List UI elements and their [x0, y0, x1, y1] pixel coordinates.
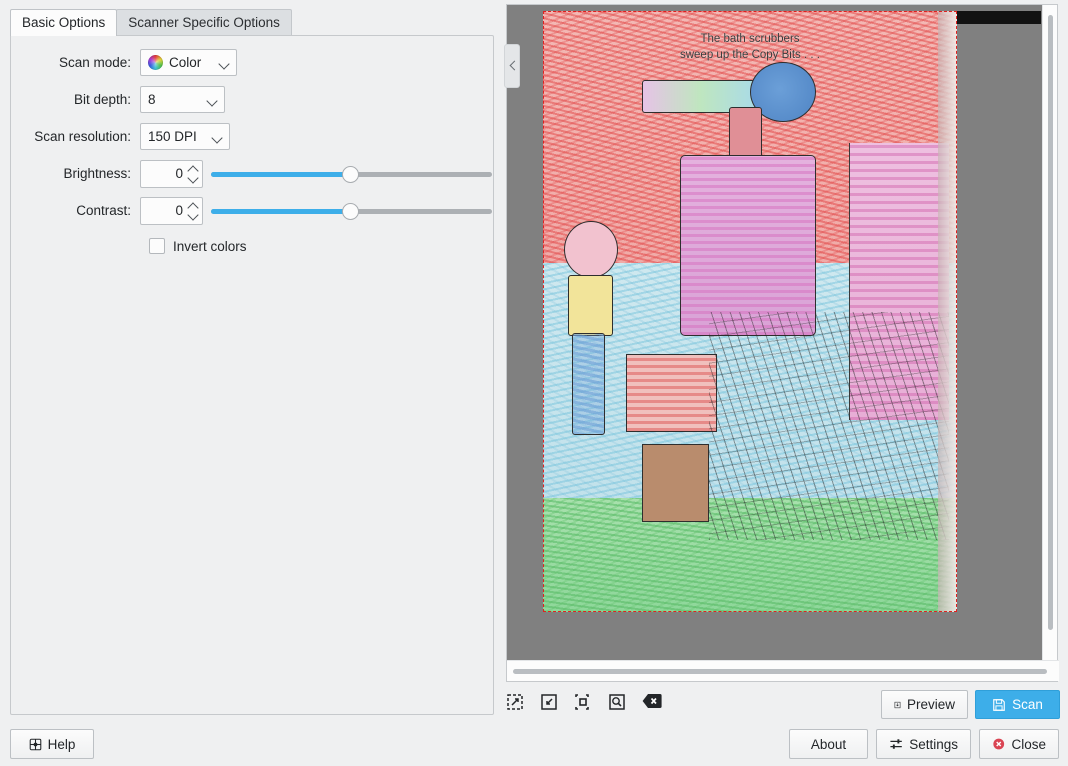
document-import-icon [894, 698, 901, 712]
scan-resolution-label: Scan resolution: [11, 129, 140, 144]
basic-options-form: Scan mode: Color Bit depth: 8 [11, 36, 495, 260]
options-panel: Basic Options Scanner Specific Options S… [0, 0, 502, 718]
preview-frame: The bath scrubbers sweep up the Copy Bit… [506, 4, 1058, 682]
crop-selection-icon[interactable] [574, 693, 592, 711]
slider-fill [211, 172, 351, 177]
art-bin [642, 444, 708, 522]
contrast-spinbox[interactable]: 0 [140, 197, 203, 225]
slider-handle[interactable] [342, 203, 359, 220]
contrast-slider[interactable] [211, 197, 492, 225]
row-scan-resolution: Scan resolution: 150 DPI [11, 121, 495, 152]
scan-mode-value: Color [169, 55, 217, 70]
bit-depth-label: Bit depth: [11, 92, 140, 107]
chevron-down-icon [205, 93, 219, 107]
row-invert-colors: Invert colors [11, 232, 495, 260]
chevron-down-icon [217, 56, 231, 70]
close-button[interactable]: Close [979, 729, 1059, 759]
close-circle-icon [992, 737, 1005, 751]
brightness-label: Brightness: [11, 166, 140, 181]
settings-button-label: Settings [909, 737, 958, 752]
scan-resolution-value: 150 DPI [148, 129, 210, 144]
scrollbar-thumb[interactable] [1048, 15, 1053, 630]
brightness-spinbox[interactable]: 0 [140, 160, 203, 188]
scan-button[interactable]: Scan [975, 690, 1060, 719]
preview-button-label: Preview [907, 697, 955, 712]
help-button-label: Help [48, 737, 76, 752]
spinner-arrows-icon[interactable] [188, 201, 199, 221]
sliders-icon [889, 737, 903, 751]
preview-vertical-scrollbar[interactable] [1042, 5, 1057, 660]
art-boy-body [568, 275, 614, 335]
scan-caption: The bath scrubbers sweep up the Copy Bit… [593, 32, 908, 63]
contrast-label: Contrast: [11, 203, 140, 218]
slider-handle[interactable] [342, 166, 359, 183]
zoom-to-selection-icon[interactable] [540, 693, 558, 711]
tab-basic-options[interactable]: Basic Options [10, 9, 117, 36]
brightness-value: 0 [141, 166, 188, 181]
art-page-spine [938, 11, 957, 612]
art-crate [626, 354, 717, 432]
art-boy-head [564, 221, 618, 278]
tab-content-frame: Scan mode: Color Bit depth: 8 [10, 35, 494, 715]
preview-panel: The bath scrubbers sweep up the Copy Bit… [502, 0, 1068, 686]
panel-collapse-handle[interactable] [504, 44, 520, 88]
preview-horizontal-scrollbar[interactable] [507, 660, 1059, 681]
select-all-icon[interactable] [506, 693, 524, 711]
spinner-arrows-icon[interactable] [188, 164, 199, 184]
bit-depth-value: 8 [148, 92, 205, 107]
scan-caption-line-1: The bath scrubbers [593, 32, 908, 48]
about-button-label: About [811, 737, 846, 752]
zoom-area-icon[interactable] [608, 693, 626, 711]
scan-resolution-combobox[interactable]: 150 DPI [140, 123, 230, 150]
slider-fill [211, 209, 351, 214]
scan-mode-label: Scan mode: [11, 55, 140, 70]
clear-selection-icon[interactable] [642, 693, 660, 711]
settings-button[interactable]: Settings [876, 729, 971, 759]
preview-button[interactable]: Preview [881, 690, 968, 719]
tab-scanner-specific-options-label: Scanner Specific Options [128, 15, 280, 30]
scanned-image[interactable]: The bath scrubbers sweep up the Copy Bit… [543, 11, 957, 612]
row-contrast: Contrast: 0 [11, 195, 495, 226]
brightness-slider[interactable] [211, 160, 492, 188]
scrollbar-thumb[interactable] [513, 669, 1047, 674]
invert-colors-checkbox[interactable] [149, 238, 165, 254]
save-floppy-icon [992, 698, 1006, 712]
preview-canvas[interactable]: The bath scrubbers sweep up the Copy Bit… [507, 5, 1043, 660]
scanner-application-window: Basic Options Scanner Specific Options S… [0, 0, 1068, 766]
row-scan-mode: Scan mode: Color [11, 47, 495, 78]
preview-tool-icons [506, 693, 660, 711]
color-wheel-icon [148, 55, 163, 70]
help-button[interactable]: Help [10, 729, 94, 759]
row-bit-depth: Bit depth: 8 [11, 84, 495, 115]
about-button[interactable]: About [789, 729, 868, 759]
art-scribbles [709, 312, 949, 540]
scan-button-label: Scan [1012, 697, 1043, 712]
invert-colors-label: Invert colors [173, 239, 247, 254]
tab-bar: Basic Options Scanner Specific Options [10, 8, 292, 36]
contrast-value: 0 [141, 203, 188, 218]
row-brightness: Brightness: 0 [11, 158, 495, 189]
scan-mode-combobox[interactable]: Color [140, 49, 237, 76]
scan-caption-line-2: sweep up the Copy Bits . . . [593, 48, 908, 64]
tab-basic-options-label: Basic Options [22, 15, 105, 30]
tab-scanner-specific-options[interactable]: Scanner Specific Options [116, 9, 292, 36]
chevron-down-icon [210, 130, 224, 144]
bit-depth-combobox[interactable]: 8 [140, 86, 225, 113]
art-robot-neck [729, 107, 762, 161]
help-icon [29, 738, 42, 751]
art-boy-legs [572, 333, 605, 435]
close-button-label: Close [1011, 737, 1046, 752]
art-robot-body [680, 155, 817, 335]
